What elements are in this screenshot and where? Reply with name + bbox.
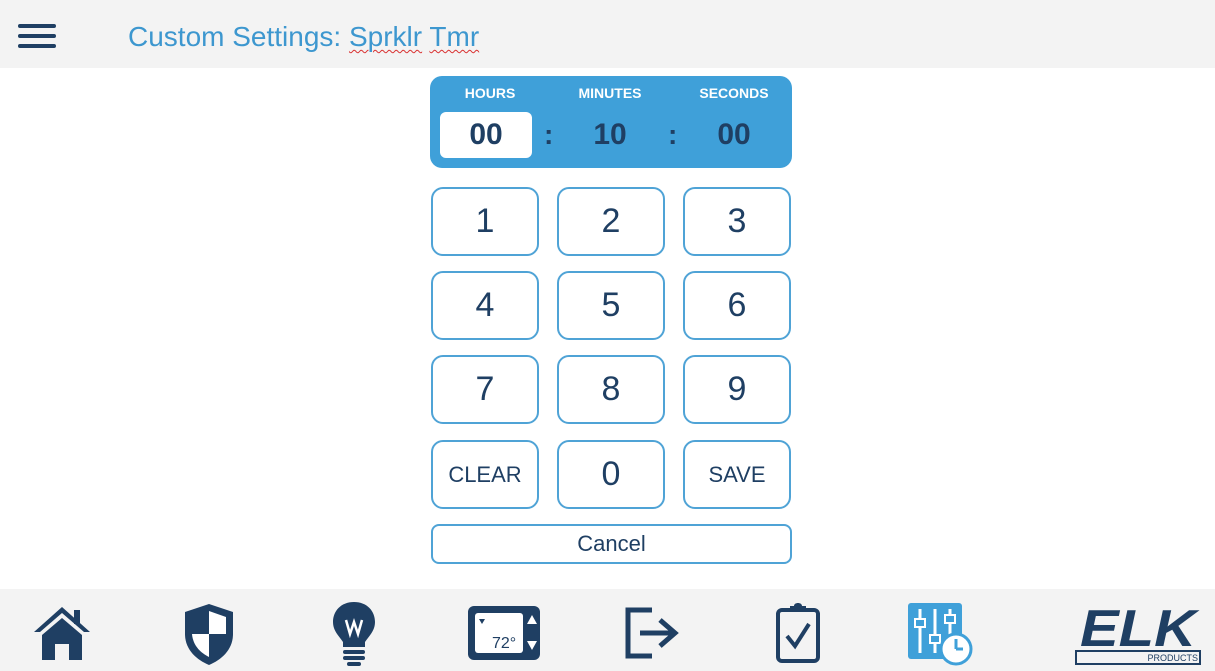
title-prefix: Custom Settings:: [128, 21, 349, 52]
header-bar: Custom Settings: Sprklr Tmr: [0, 0, 1215, 68]
settings-sliders-clock-icon[interactable]: [906, 601, 976, 667]
colon-separator: :: [668, 119, 678, 150]
cancel-button[interactable]: Cancel: [431, 524, 792, 564]
clipboard-check-icon[interactable]: [774, 600, 822, 664]
title-word-sprklr: Sprklr: [348, 21, 423, 52]
key-4[interactable]: 4: [431, 271, 539, 340]
key-7[interactable]: 7: [431, 355, 539, 424]
minutes-field[interactable]: 10: [564, 112, 656, 158]
timer-display: HOURS MINUTES SECONDS 00 : 10 : 00: [430, 76, 792, 168]
seconds-label: SECONDS: [699, 85, 769, 101]
exit-icon[interactable]: [622, 604, 682, 662]
key-0[interactable]: 0: [557, 440, 665, 509]
hours-label: HOURS: [464, 85, 516, 101]
colon-separator: :: [544, 119, 554, 150]
key-3[interactable]: 3: [683, 187, 791, 256]
thermostat-icon[interactable]: 72°: [466, 604, 542, 662]
thermostat-temp: 72°: [492, 635, 516, 652]
elk-logo-subtext: PRODUCTS: [1147, 653, 1198, 663]
key-8[interactable]: 8: [557, 355, 665, 424]
key-5[interactable]: 5: [557, 271, 665, 340]
clear-button[interactable]: CLEAR: [431, 440, 539, 509]
key-2[interactable]: 2: [557, 187, 665, 256]
seconds-field[interactable]: 00: [688, 112, 780, 158]
title-word-tmr: Tmr: [429, 21, 480, 52]
hamburger-menu-icon[interactable]: [18, 24, 56, 48]
hours-field[interactable]: 00: [440, 112, 532, 158]
key-6[interactable]: 6: [683, 271, 791, 340]
minutes-label: MINUTES: [578, 85, 642, 101]
elk-logo-text: ELK: [1080, 600, 1200, 658]
lightbulb-icon[interactable]: [330, 600, 378, 666]
page-title: Custom Settings: Sprklr Tmr: [128, 21, 479, 53]
elk-logo: ELK PRODUCTS: [1075, 600, 1201, 665]
shield-icon[interactable]: [183, 602, 235, 666]
key-1[interactable]: 1: [431, 187, 539, 256]
key-9[interactable]: 9: [683, 355, 791, 424]
save-button[interactable]: SAVE: [683, 440, 791, 509]
home-icon[interactable]: [32, 604, 92, 662]
